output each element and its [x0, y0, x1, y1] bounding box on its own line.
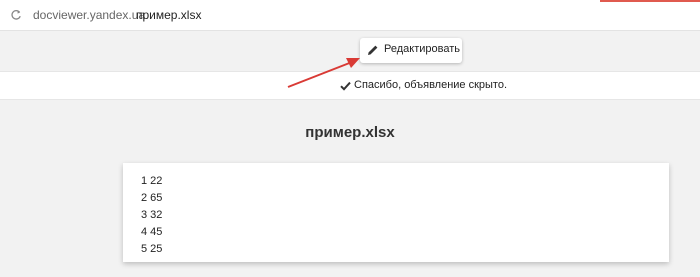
sheet-row: 5 25: [141, 243, 163, 255]
sheet-row: 3 32: [141, 209, 163, 221]
spreadsheet-preview: 1 22 2 65 3 32 4 45 5 25: [123, 163, 669, 262]
document-title: пример.xlsx: [305, 124, 395, 141]
edit-button[interactable]: Редактировать: [360, 38, 462, 63]
address-bar-accent: [600, 0, 700, 2]
sheet-row: 1 22: [141, 175, 163, 187]
pencil-icon: [368, 44, 379, 55]
edit-button-label: Редактировать: [384, 43, 460, 55]
hidden-ad-notice: Спасибо, объявление скрыто.: [0, 71, 700, 100]
checkmark-icon: [340, 81, 351, 91]
address-bar-domain[interactable]: docviewer.yandex.ua: [33, 8, 145, 22]
document-toolbar: Редактировать: [0, 31, 700, 71]
notice-text: Спасибо, объявление скрыто.: [354, 79, 508, 91]
sheet-row: 4 45: [141, 226, 163, 238]
reload-icon[interactable]: [10, 9, 22, 21]
address-bar-file[interactable]: пример.xlsx: [136, 8, 201, 22]
sheet-row: 2 65: [141, 192, 163, 204]
address-bar[interactable]: docviewer.yandex.ua пример.xlsx: [0, 0, 700, 31]
sheet-rows: 1 22 2 65 3 32 4 45 5 25: [141, 173, 162, 258]
